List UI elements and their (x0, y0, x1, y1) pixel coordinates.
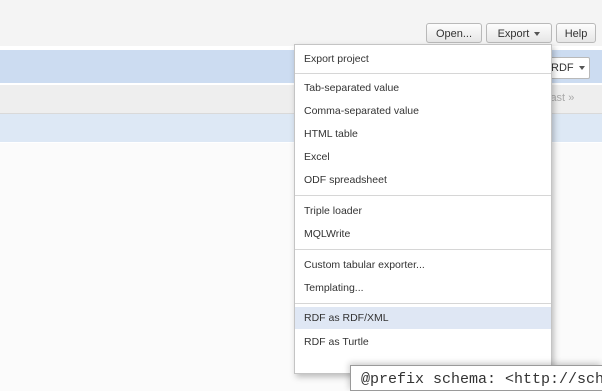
export-menu: Export project Tab-separated value Comma… (294, 44, 552, 374)
open-button[interactable]: Open... (426, 23, 482, 43)
menu-item-label: MQLWrite (304, 228, 351, 240)
menu-item-templating[interactable]: Templating... (295, 277, 551, 299)
menu-item-custom-tabular[interactable]: Custom tabular exporter... (295, 254, 551, 276)
menu-divider (295, 303, 551, 304)
menu-item-tsv[interactable]: Tab-separated value (295, 77, 551, 99)
code-preview: @prefix schema: <http://sch (350, 365, 602, 391)
menu-item-label: ODF spreadsheet (304, 174, 387, 186)
export-button-label: Export (497, 28, 530, 40)
menu-item-label: RDF as RDF/XML (304, 312, 389, 324)
menu-item-label: Comma-separated value (304, 105, 419, 117)
caret-down-icon (578, 66, 585, 71)
caret-down-icon (534, 32, 541, 37)
menu-item-excel[interactable]: Excel (295, 146, 551, 168)
help-button-label: Help (564, 28, 588, 40)
menu-item-label: RDF as Turtle (304, 336, 369, 348)
code-preview-text: @prefix schema: <http://sch (361, 371, 602, 388)
export-button[interactable]: Export (486, 23, 552, 43)
menu-item-export-project[interactable]: Export project (295, 48, 551, 70)
menu-item-rdf-xml[interactable]: RDF as RDF/XML (295, 307, 551, 329)
menu-divider (295, 73, 551, 74)
help-button[interactable]: Help (556, 23, 596, 43)
menu-item-label: Export project (304, 53, 369, 65)
menu-item-csv[interactable]: Comma-separated value (295, 100, 551, 122)
chevron-down-icon: » (568, 92, 575, 104)
menu-item-mqlwrite[interactable]: MQLWrite (295, 223, 551, 245)
menu-item-label: Excel (304, 151, 330, 163)
menu-divider (295, 249, 551, 250)
menu-item-label: Templating... (304, 282, 364, 294)
menu-item-label: Tab-separated value (304, 82, 400, 94)
menu-divider (295, 195, 551, 196)
menu-item-rdf-turtle[interactable]: RDF as Turtle (295, 331, 551, 353)
menu-item-odf[interactable]: ODF spreadsheet (295, 169, 551, 191)
rdf-dropdown-label: RDF (551, 62, 574, 74)
menu-item-triple-loader[interactable]: Triple loader (295, 200, 551, 222)
rdf-dropdown[interactable]: RDF (546, 57, 590, 79)
menu-item-label: Triple loader (304, 205, 362, 217)
menu-item-label: HTML table (304, 128, 358, 140)
menu-item-label: Custom tabular exporter... (304, 259, 425, 271)
open-button-label: Open... (435, 28, 473, 40)
menu-item-html-table[interactable]: HTML table (295, 123, 551, 145)
